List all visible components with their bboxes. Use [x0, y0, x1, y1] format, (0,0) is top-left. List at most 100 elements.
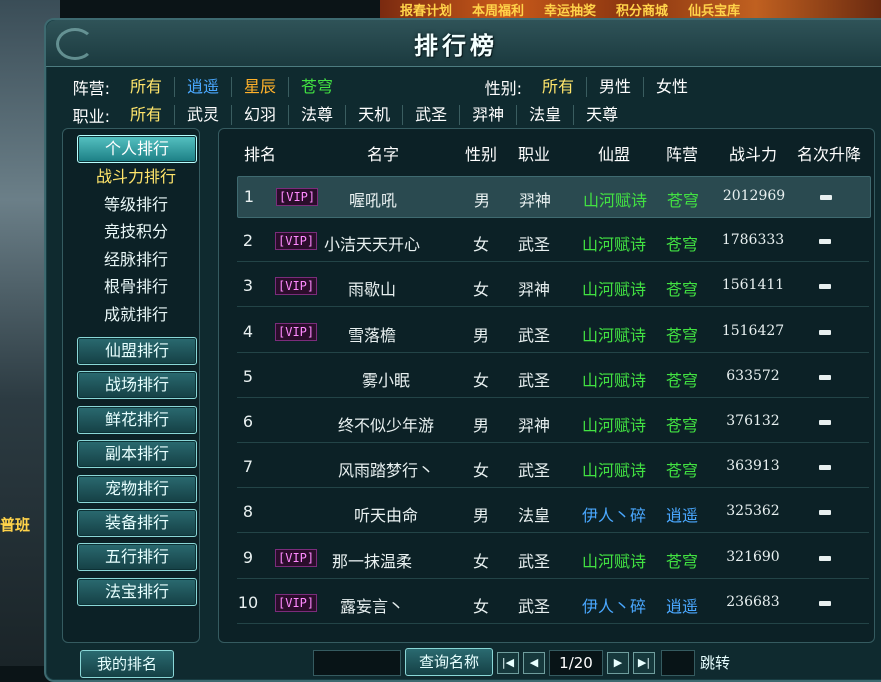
sidebar-category-button[interactable]: 战场排行: [77, 371, 197, 400]
row-gender: 女: [472, 235, 489, 255]
sidebar-category-button[interactable]: 副本排行: [77, 440, 197, 469]
row-name[interactable]: 小洁天天开心: [307, 231, 437, 255]
row-camp: 苍穹: [665, 235, 698, 255]
my-rank-button[interactable]: 我的排名: [80, 650, 174, 678]
row-guild[interactable]: 山河赋诗: [569, 276, 659, 300]
gender-option[interactable]: 男性: [587, 77, 645, 97]
table-row[interactable]: 7 风雨踏梦行丶 女 武圣 山河赋诗 苍穹 363913: [237, 447, 869, 489]
row-guild[interactable]: 山河赋诗: [569, 322, 659, 346]
row-guild[interactable]: 伊人丶碎: [569, 502, 659, 526]
sidebar-sub-item[interactable]: 竞技积分: [77, 218, 195, 242]
row-name[interactable]: 雾小眠: [321, 367, 451, 391]
gender-option[interactable]: 女性: [644, 77, 700, 97]
row-name[interactable]: 那一抹温柔: [307, 548, 437, 572]
row-rank: 2: [242, 231, 254, 251]
sidebar-category-button[interactable]: 法宝排行: [77, 577, 197, 606]
job-option[interactable]: 武圣: [403, 105, 461, 125]
table-row[interactable]: 10 露妄言丶 女 武圣 伊人丶碎 逍遥 236683 [VIP]: [237, 583, 869, 624]
row-power: 633572: [726, 367, 780, 384]
row-power: 321690: [726, 548, 780, 565]
row-gender: 女: [472, 280, 489, 300]
job-option[interactable]: 法尊: [289, 105, 347, 125]
row-name[interactable]: 终不似少年游: [321, 412, 451, 436]
job-option[interactable]: 天机: [346, 105, 404, 125]
row-camp: 苍穹: [665, 280, 698, 300]
name-search-input[interactable]: [313, 650, 401, 676]
camp-option[interactable]: 苍穹: [289, 77, 345, 97]
panel-title: 排行榜: [414, 32, 498, 60]
rank-change-none-icon: [820, 195, 832, 200]
column-header: 名次升降: [796, 145, 861, 164]
job-filter-label: 职业:: [72, 107, 110, 126]
sidebar-category-button[interactable]: 装备排行: [77, 509, 197, 537]
camp-option[interactable]: 星辰: [232, 77, 290, 97]
row-guild[interactable]: 山河赋诗: [570, 187, 660, 211]
job-option[interactable]: 法皇: [517, 105, 575, 125]
table-row[interactable]: 8 听天由命 男 法皇 伊人丶碎 逍遥 325362: [237, 492, 869, 534]
row-power: 325362: [726, 503, 780, 520]
top-banner: 报春计划 本周福利 幸运抽奖 积分商城 仙兵宝库: [380, 0, 881, 19]
gender-options: 所有 男性 女性: [530, 77, 700, 97]
rank-change-none-icon: [819, 329, 831, 335]
column-header: 职业: [517, 145, 550, 164]
search-name-button[interactable]: 查询名称: [405, 648, 493, 676]
row-guild[interactable]: 山河赋诗: [569, 457, 659, 481]
last-page-icon[interactable]: ▶|: [633, 652, 655, 674]
row-name[interactable]: 风雨踏梦行丶: [321, 457, 451, 481]
job-option[interactable]: 天尊: [574, 105, 630, 125]
camp-option[interactable]: 所有: [118, 77, 176, 97]
gender-option[interactable]: 所有: [530, 77, 588, 97]
table-row[interactable]: 2 小洁天天开心 女 武圣 山河赋诗 苍穹 1786333 [VIP]: [237, 221, 869, 263]
row-guild[interactable]: 山河赋诗: [569, 412, 659, 436]
sidebar-category-button[interactable]: 鲜花排行: [77, 405, 197, 434]
sidebar-sub-item[interactable]: 成就排行: [77, 301, 195, 325]
row-power: 376132: [726, 413, 780, 429]
job-option[interactable]: 羿神: [460, 105, 518, 125]
row-gender: 男: [472, 506, 489, 526]
personal-ranking-button[interactable]: 个人排行: [77, 135, 197, 163]
job-filter-row: 职业: 所有 武灵 幻羽 法尊 天机 武圣 羿神 法皇 天尊: [54, 102, 630, 128]
row-power: 2012969: [722, 188, 786, 204]
row-guild[interactable]: 山河赋诗: [569, 548, 659, 572]
table-row[interactable]: 3 雨歇山 女 羿神 山河赋诗 苍穹 1561411 [VIP]: [237, 266, 869, 308]
table-row[interactable]: 6 终不似少年游 男 羿神 山河赋诗 苍穹 376132: [237, 402, 869, 443]
row-name[interactable]: 雪落檐: [307, 322, 437, 346]
table-row[interactable]: 4 雪落檐 男 武圣 山河赋诗 苍穹 1516427 [VIP]: [237, 312, 869, 353]
row-camp: 逍遥: [665, 596, 698, 616]
vip-badge: [VIP]: [275, 322, 318, 341]
row-name[interactable]: 听天由命: [321, 502, 451, 526]
sidebar-category-button[interactable]: 仙盟排行: [77, 337, 197, 365]
row-guild[interactable]: 山河赋诗: [569, 231, 659, 255]
row-name[interactable]: 雨歇山: [307, 276, 437, 300]
sidebar-category-button[interactable]: 五行排行: [77, 543, 197, 572]
row-rank: 6: [242, 412, 254, 431]
table-row[interactable]: 5 雾小眠 女 武圣 山河赋诗 苍穹 633572: [237, 357, 869, 398]
row-guild[interactable]: 伊人丶碎: [569, 593, 659, 617]
row-camp: 苍穹: [665, 461, 698, 481]
column-header: 阵营: [665, 145, 698, 164]
prev-page-icon[interactable]: ◀: [523, 652, 545, 674]
sidebar-category-button[interactable]: 宠物排行: [77, 474, 197, 503]
sidebar-sub-item[interactable]: 经脉排行: [77, 246, 195, 270]
row-camp: 逍遥: [665, 506, 698, 526]
job-option[interactable]: 武灵: [175, 105, 233, 125]
job-option[interactable]: 幻羽: [232, 105, 290, 125]
row-name[interactable]: 露妄言丶: [307, 593, 437, 617]
table-row[interactable]: 9 那一抹温柔 女 武圣 山河赋诗 苍穹 321690 [VIP]: [237, 538, 869, 579]
sidebar-sub-item[interactable]: 等级排行: [77, 191, 195, 215]
jump-label[interactable]: 跳转: [700, 652, 730, 673]
row-rank: 7: [242, 457, 254, 477]
row-gender: 女: [472, 551, 489, 571]
row-guild[interactable]: 山河赋诗: [569, 367, 659, 391]
next-page-icon[interactable]: ▶: [607, 652, 629, 674]
sidebar-sub-item[interactable]: 根骨排行: [77, 273, 195, 297]
first-page-icon[interactable]: |◀: [497, 652, 519, 674]
jump-page-input[interactable]: [661, 650, 695, 676]
row-name[interactable]: 喔吼吼: [308, 187, 438, 211]
camp-option[interactable]: 逍遥: [175, 77, 233, 97]
column-header: 排名: [243, 145, 276, 164]
table-row[interactable]: 1 喔吼吼 男 羿神 山河赋诗 苍穹 2012969 [VIP]: [237, 176, 871, 218]
row-rank: 8: [242, 502, 254, 522]
job-option[interactable]: 所有: [118, 105, 176, 125]
sidebar-sub-item[interactable]: 战斗力排行: [77, 163, 195, 187]
